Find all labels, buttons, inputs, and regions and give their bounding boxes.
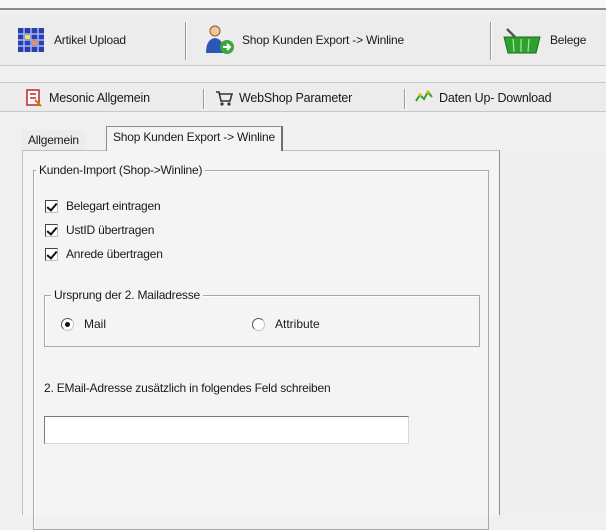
mesonic-allgemein-label: Mesonic Allgemein [49, 91, 150, 105]
webshop-parameter-button[interactable]: WebShop Parameter [214, 87, 352, 109]
window-top-strip [0, 0, 606, 10]
belegart-eintragen-checkbox[interactable]: Belegart eintragen [45, 199, 161, 213]
kunden-import-group: Kunden-Import (Shop->Winline) Belegart e… [33, 163, 489, 530]
checkbox-box[interactable] [45, 199, 58, 213]
belege-label: Belege [550, 33, 587, 47]
checkbox-box[interactable] [45, 223, 58, 237]
toolbar-separator [490, 22, 492, 60]
ustid-uebertragen-label: UstID übertragen [66, 223, 155, 237]
artikel-upload-label: Artikel Upload [54, 33, 126, 47]
grid-upload-icon [14, 23, 48, 57]
toolbar-separator [185, 22, 187, 60]
radio-dot[interactable] [252, 317, 265, 331]
artikel-upload-button[interactable]: Artikel Upload [14, 20, 126, 60]
belege-button[interactable]: Belege [500, 20, 586, 60]
data-transfer-icon [414, 88, 434, 108]
user-export-icon [202, 23, 236, 57]
email-field-label: 2. EMail-Adresse zusätzlich in folgendes… [44, 381, 331, 395]
basket-icon [500, 23, 544, 57]
daten-up-download-button[interactable]: Daten Up- Download [414, 87, 552, 109]
checkbox-box[interactable] [45, 247, 58, 261]
attribute-radio[interactable]: Attribute [252, 317, 320, 331]
cart-icon [214, 88, 234, 108]
mesonic-allgemein-button[interactable]: Mesonic Allgemein [24, 87, 150, 109]
anrede-uebertragen-checkbox[interactable]: Anrede übertragen [45, 247, 163, 261]
tab-allgemein[interactable]: Allgemein [22, 130, 85, 150]
document-icon [24, 88, 44, 108]
anrede-uebertragen-label: Anrede übertragen [66, 247, 163, 261]
sub-toolbar: Mesonic Allgemein WebShop Parameter Date… [0, 82, 606, 112]
daten-up-download-label: Daten Up- Download [439, 91, 552, 105]
mail-radio[interactable]: Mail [61, 317, 106, 331]
attribute-radio-label: Attribute [275, 317, 320, 331]
right-pane [500, 150, 606, 515]
main-toolbar: Artikel Upload Shop Kunden Export -> Win… [0, 14, 606, 66]
belegart-eintragen-label: Belegart eintragen [66, 199, 161, 213]
shop-kunden-export-button[interactable]: Shop Kunden Export -> Winline [202, 20, 404, 60]
tab-shop-kunden-export[interactable]: Shop Kunden Export -> Winline [106, 126, 283, 151]
ursprung-mailadresse-title: Ursprung der 2. Mailadresse [51, 288, 204, 302]
tab-page-shop-kunden-export: Kunden-Import (Shop->Winline) Belegart e… [22, 150, 500, 530]
ustid-uebertragen-checkbox[interactable]: UstID übertragen [45, 223, 154, 237]
toolbar-separator [404, 89, 406, 109]
mail-radio-label: Mail [84, 317, 107, 331]
shop-kunden-export-label: Shop Kunden Export -> Winline [242, 33, 404, 47]
ursprung-mailadresse-group: Ursprung der 2. Mailadresse Mail Attribu… [44, 288, 480, 347]
webshop-parameter-label: WebShop Parameter [239, 91, 353, 105]
kunden-import-title: Kunden-Import (Shop->Winline) [36, 163, 206, 177]
second-email-field-input[interactable] [44, 416, 409, 444]
toolbar-separator [203, 89, 205, 109]
radio-dot[interactable] [61, 317, 74, 331]
